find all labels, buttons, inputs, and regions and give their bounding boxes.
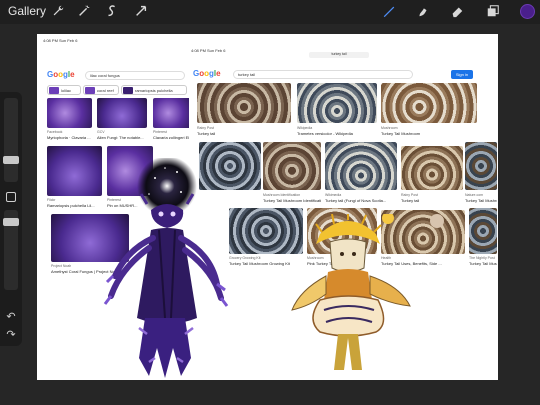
filter-chip[interactable]: lolilac [47, 85, 81, 95]
result-image[interactable] [469, 208, 497, 254]
result-title[interactable]: Turkey tail [401, 198, 461, 203]
result-source: Rainy Post [401, 193, 418, 197]
result-image[interactable] [465, 142, 497, 190]
search-input[interactable]: lilac coral fungus [85, 71, 185, 80]
result-title[interactable]: Turkey Tail Mushroom [381, 131, 461, 136]
result-source: Mushroom Identification [263, 193, 301, 197]
result-title[interactable]: Turkey Tail Mushroom Lo... [465, 198, 497, 203]
result-source: Nature.com [465, 193, 484, 197]
color-swatch-dot [430, 214, 444, 228]
result-source: Wikipedia [297, 126, 313, 130]
result-source: The Nightly Post [469, 256, 495, 260]
layers-icon[interactable] [485, 3, 501, 19]
url-bar[interactable]: turkey tail [309, 52, 369, 58]
smudge-icon[interactable] [415, 3, 431, 19]
result-source: Rainy Post [197, 126, 214, 130]
google-logo: Google [193, 69, 221, 78]
filter-chip[interactable]: ramariopsis pulchella [121, 85, 187, 95]
procreate-app: Gallery ↶ ↷ 4:08 PM Sun Feb 6 Google lil… [0, 0, 540, 405]
brush-size-slider[interactable] [4, 98, 18, 182]
sign-in-button[interactable]: Sign in [451, 70, 473, 79]
result-title[interactable]: Turkey tail (Fungi of Nova Scotia... [325, 198, 397, 203]
drawing-canvas[interactable]: 4:08 PM Sun Feb 6 Google lilac coral fun… [37, 34, 498, 380]
result-source: Wikimedia [325, 193, 342, 197]
wrench-icon[interactable] [50, 3, 66, 19]
result-source: Facebook [47, 130, 63, 134]
search-input[interactable]: turkey tail [233, 70, 413, 79]
result-title[interactable]: Alien Fungi: The notable... [97, 135, 149, 140]
result-title[interactable]: Turkey tail [197, 131, 257, 136]
status-bar-text: 4:08 PM Sun Feb 6 [191, 48, 226, 53]
result-image[interactable] [401, 146, 463, 190]
brush-icon[interactable] [381, 3, 397, 19]
result-title[interactable]: Trametes versicolor - Wikipedia [297, 131, 375, 136]
result-image[interactable] [263, 142, 321, 190]
result-image[interactable] [297, 83, 377, 123]
undo-icon[interactable]: ↶ [4, 310, 18, 324]
purple-fungus-character-drawing [103, 158, 229, 378]
status-bar-text: 4:08 PM Sun Feb 6 [43, 38, 78, 43]
result-title[interactable]: Turkey Tail Mushroom Identification... [263, 198, 321, 203]
brush-size-thumb[interactable] [3, 156, 19, 164]
result-image[interactable] [47, 98, 92, 128]
result-source: GCV [97, 130, 105, 134]
result-image[interactable] [197, 83, 291, 123]
result-source: Pinterest [153, 130, 167, 134]
selection-s-icon[interactable] [104, 3, 120, 19]
result-image[interactable] [325, 142, 397, 190]
top-toolbar: Gallery [0, 0, 540, 24]
result-image[interactable] [153, 98, 191, 128]
google-logo: Google [47, 70, 75, 79]
eraser-icon[interactable] [449, 3, 465, 19]
redo-icon[interactable]: ↷ [4, 328, 18, 342]
opacity-thumb[interactable] [3, 218, 19, 226]
filter-chip[interactable]: coral reef [83, 85, 119, 95]
result-title[interactable]: Myriophoria · Clavaria ... [47, 135, 95, 140]
result-source: Project Noah [51, 264, 72, 268]
result-source: Mushroom [381, 126, 398, 130]
transform-arrow-icon[interactable] [133, 3, 149, 19]
modify-button[interactable] [6, 192, 16, 202]
result-source: Flickr [47, 198, 56, 202]
result-image[interactable] [381, 83, 477, 123]
color-picker-button[interactable] [520, 4, 535, 19]
result-title[interactable]: Clavaria zollingeri Elf... [153, 135, 193, 140]
result-title[interactable]: Turkey Tail Mushro... [469, 261, 497, 266]
result-image[interactable] [97, 98, 147, 128]
gallery-button[interactable]: Gallery [8, 4, 46, 18]
left-sidebar: ↶ ↷ [0, 92, 22, 346]
turkey-tail-character-drawing [291, 214, 444, 370]
magic-wand-icon[interactable] [76, 3, 92, 19]
